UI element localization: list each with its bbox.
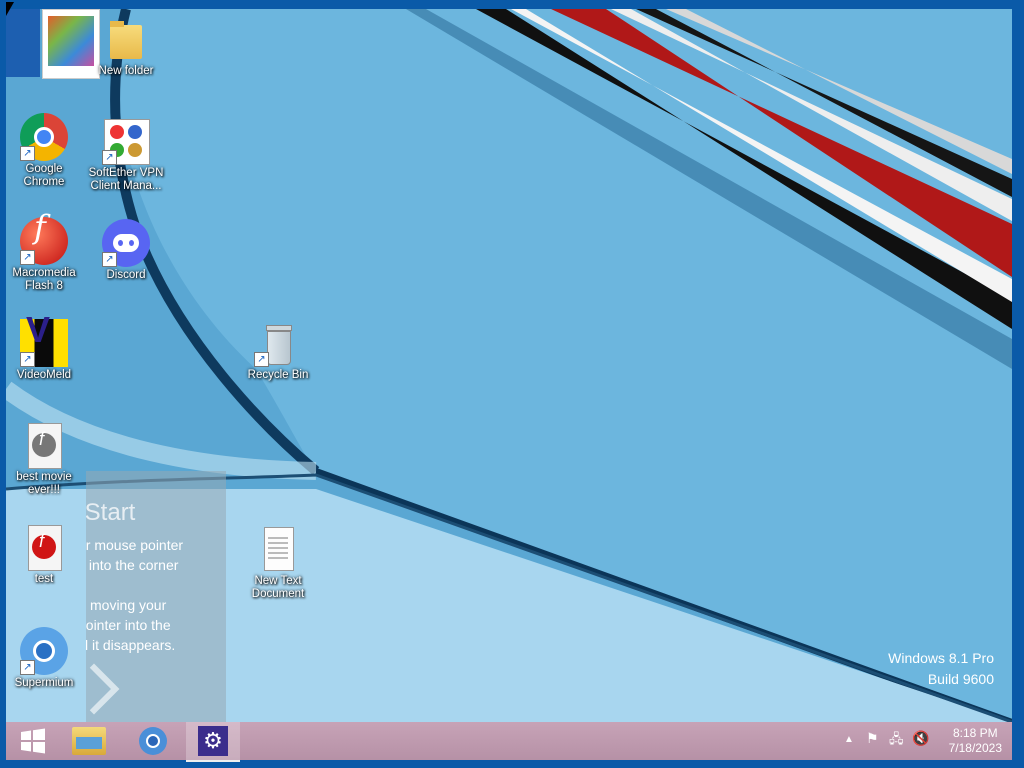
screen-frame-right xyxy=(1012,0,1024,768)
start-tip-heading: s Start xyxy=(86,499,136,526)
icon-label: Macromedia Flash 8 xyxy=(12,267,76,292)
start-tip-text-5: til it disappears. xyxy=(86,637,176,653)
desktop-icon-macromedia-flash[interactable]: f ↗ Macromedia Flash 8 xyxy=(6,211,84,293)
arrow-hint-icon xyxy=(86,663,120,715)
desktop[interactable]: New folder ↗ Google Chrome ↗ SoftEther V… xyxy=(6,9,1012,722)
network-icon[interactable]: 🖧 xyxy=(889,730,904,752)
file-explorer-icon xyxy=(72,727,106,755)
desktop-icon-test[interactable]: f test xyxy=(6,523,84,586)
chrome-icon: ↗ xyxy=(20,113,68,161)
start-tip-text-2: y into the corner xyxy=(86,557,179,573)
desktop-icon-new-folder[interactable]: New folder xyxy=(86,15,166,78)
shortcut-arrow-icon: ↗ xyxy=(254,352,269,367)
desktop-icon-best-movie[interactable]: f best movie ever!!! xyxy=(6,421,84,497)
screen-frame-bottom xyxy=(0,760,1024,768)
windows-edition: Windows 8.1 Pro xyxy=(888,650,994,666)
icon-label: best movie ever!!! xyxy=(16,471,72,496)
windows-logo-icon xyxy=(21,728,45,754)
icon-label: SoftEther VPN Client Mana... xyxy=(88,167,164,192)
recycle-bin-icon: ↗ xyxy=(254,319,302,367)
icon-label: New folder xyxy=(98,65,154,77)
supermium-taskbar-icon xyxy=(139,727,167,755)
desktop-icon-new-text-document[interactable]: New Text Document xyxy=(238,525,318,601)
show-hidden-icons-chevron-icon[interactable]: ▲ xyxy=(844,734,854,745)
file-explorer-button[interactable] xyxy=(62,722,116,760)
videomeld-icon: V ↗ xyxy=(20,312,68,367)
taskbar-clock[interactable]: 8:18 PM 7/18/2023 xyxy=(949,726,1002,756)
desktop-icon-google-chrome[interactable]: ↗ Google Chrome xyxy=(6,113,84,189)
control-panel-button[interactable]: ⚙ xyxy=(186,722,240,762)
clock-date: 7/18/2023 xyxy=(948,741,1002,755)
start-screen-thumbnail[interactable] xyxy=(6,9,40,77)
clock-time: 8:18 PM xyxy=(952,726,998,740)
screen-frame-top xyxy=(0,0,1024,9)
shortcut-arrow-icon: ↗ xyxy=(20,250,35,265)
text-document-icon xyxy=(254,525,302,573)
start-tip-overlay: s Start ur mouse pointer y into the corn… xyxy=(86,471,226,722)
flash-movie-file-icon: f xyxy=(20,421,68,469)
icon-label: Recycle Bin xyxy=(247,369,309,381)
shortcut-arrow-icon: ↗ xyxy=(102,252,117,267)
windows-build: Build 9600 xyxy=(927,671,994,687)
softether-vpn-icon: ↗ xyxy=(102,117,150,165)
volume-muted-icon[interactable]: 🔇 xyxy=(912,730,929,747)
start-tip-text-3: moving your xyxy=(90,597,167,613)
windows-watermark: Windows 8.1 Pro Build 9600 xyxy=(888,648,994,690)
flash-file-icon: f xyxy=(20,523,68,571)
desktop-icon-discord[interactable]: ↗ Discord xyxy=(86,219,166,282)
start-tip-text-4: pointer into the xyxy=(86,617,171,633)
icon-label: Discord xyxy=(106,269,146,281)
desktop-icon-softether-vpn[interactable]: ↗ SoftEther VPN Client Mana... xyxy=(86,117,166,193)
icon-label: Google Chrome xyxy=(23,163,65,188)
shortcut-arrow-icon: ↗ xyxy=(20,660,35,675)
desktop-icon-recycle-bin[interactable]: ↗ Recycle Bin xyxy=(238,319,318,382)
shortcut-arrow-icon: ↗ xyxy=(20,146,35,161)
desktop-icon-videomeld[interactable]: V ↗ VideoMeld xyxy=(6,312,84,382)
flash-icon: f ↗ xyxy=(20,211,68,265)
settings-gear-icon: ⚙ xyxy=(198,726,228,756)
start-button[interactable] xyxy=(6,722,60,760)
shortcut-arrow-icon: ↗ xyxy=(20,352,35,367)
folder-icon xyxy=(102,15,150,63)
discord-icon: ↗ xyxy=(102,219,150,267)
icon-label: New Text Document xyxy=(251,575,305,600)
supermium-taskbar-button[interactable] xyxy=(126,722,180,760)
action-center-flag-icon[interactable]: ⚑ xyxy=(866,730,879,747)
supermium-icon: ↗ xyxy=(20,627,68,675)
icon-label: VideoMeld xyxy=(16,369,72,381)
icon-label: Supermium xyxy=(14,677,74,689)
start-tip-text-1: ur mouse pointer xyxy=(86,537,184,553)
taskbar[interactable]: ⚙ ▲ ⚑ 🖧 🔇 8:18 PM 7/18/2023 xyxy=(6,722,1012,762)
mouse-cursor-icon xyxy=(6,2,14,16)
icon-label: test xyxy=(34,573,54,585)
desktop-icon-supermium[interactable]: ↗ Supermium xyxy=(6,627,84,690)
shortcut-arrow-icon: ↗ xyxy=(102,150,117,165)
